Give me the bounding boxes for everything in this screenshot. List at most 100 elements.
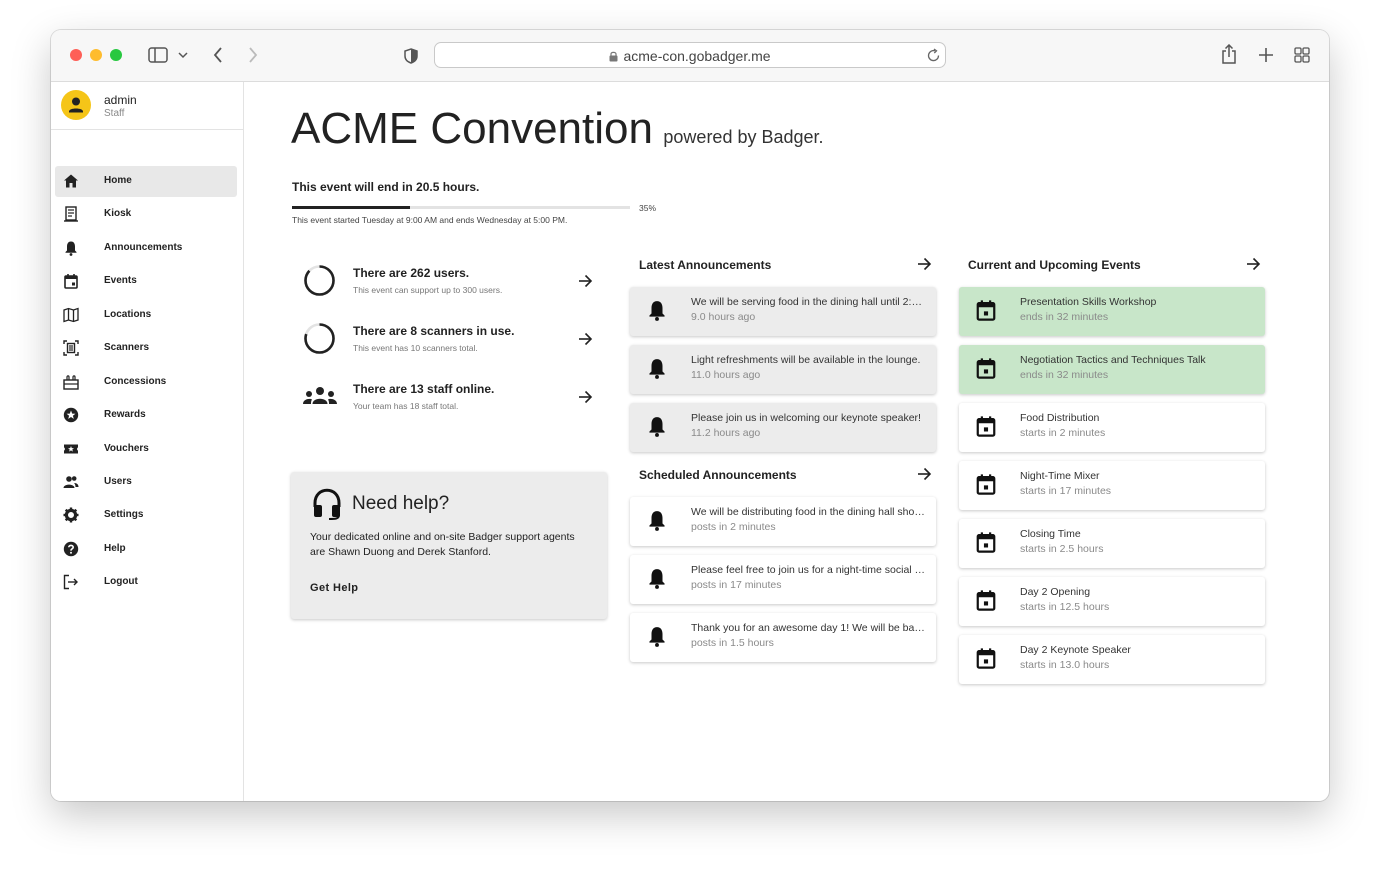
new-tab-icon[interactable] [1258,47,1274,63]
page-title: ACME Convention [291,104,653,153]
chevron-down-icon[interactable] [178,51,188,59]
event-card[interactable]: Food Distribution starts in 2 minutes [959,403,1265,452]
star-icon [63,407,79,423]
close-window-button[interactable] [70,49,82,61]
event-countdown: This event will end in 20.5 hours. [292,180,480,194]
event-time-detail: This event started Tuesday at 9:00 AM an… [292,215,568,225]
main-content: ACME Convention powered by Badger. This … [244,82,1329,801]
share-icon[interactable] [1221,44,1237,64]
calendar-icon [976,358,996,379]
event-time: starts in 17 minutes [1020,485,1112,497]
announcement-time: posts in 17 minutes [691,579,782,591]
event-progress-percent: 35% [639,203,657,213]
sidebar-item-events[interactable]: Events [55,266,237,297]
stat-users[interactable]: There are 262 users. This event can supp… [292,257,610,307]
arrow-right-icon[interactable] [577,389,593,405]
announcement-text: Please join us in welcoming our keynote … [691,412,921,424]
sidebar-item-home[interactable]: Home [55,166,237,197]
sidebar-item-logout[interactable]: Logout [55,567,237,598]
sidebar-item-kiosk[interactable]: Kiosk [55,199,237,230]
browser-toolbar: acme-con.gobadger.me [51,30,1329,82]
lock-icon [609,51,618,62]
sidebar-item-settings[interactable]: Settings [55,500,237,531]
event-card[interactable]: Presentation Skills Workshop ends in 32 … [959,287,1265,336]
progress-ring-icon [304,323,335,354]
announcement-card[interactable]: Please join us in welcoming our keynote … [630,403,936,452]
event-time: starts in 2 minutes [1020,427,1106,439]
tab-overview-icon[interactable] [1294,47,1310,63]
sidebar-item-label: Kiosk [104,208,132,219]
event-name: Day 2 Opening [1020,586,1091,598]
arrow-right-icon[interactable] [577,331,593,347]
announcement-time: posts in 2 minutes [691,521,776,533]
gear-icon [63,507,79,523]
forward-icon[interactable] [247,46,259,64]
announcement-time: 9.0 hours ago [691,311,756,323]
sidebar-item-locations[interactable]: Locations [55,300,237,331]
bell-icon [649,359,665,379]
calendar-icon [976,532,996,553]
events-title: Current and Upcoming Events [968,258,1141,272]
event-name: Food Distribution [1020,412,1100,424]
sidebar-item-users[interactable]: Users [55,467,237,498]
stat-staff[interactable]: There are 13 staff online. Your team has… [292,373,610,423]
stat-title: There are 262 users. [353,266,470,280]
sidebar-item-label: Concessions [104,376,167,387]
sidebar-item-announcements[interactable]: Announcements [55,233,237,264]
sidebar-item-help[interactable]: Help [55,534,237,565]
back-icon[interactable] [212,46,224,64]
sidebar: admin Staff Home Kiosk Announcements Eve… [51,82,244,801]
event-card[interactable]: Night-Time Mixer starts in 17 minutes [959,461,1265,510]
event-card[interactable]: Day 2 Keynote Speaker starts in 13.0 hou… [959,635,1265,684]
event-card[interactable]: Day 2 Opening starts in 12.5 hours [959,577,1265,626]
event-name: Night-Time Mixer [1020,470,1100,482]
arrow-right-icon[interactable] [1245,256,1261,272]
calendar-icon [976,648,996,669]
group-icon [303,387,337,404]
address-bar[interactable]: acme-con.gobadger.me [434,42,946,68]
get-help-button[interactable]: Get Help [304,578,364,598]
sidebar-item-label: Home [104,175,132,186]
event-card[interactable]: Negotiation Tactics and Techniques Talk … [959,345,1265,394]
arrow-right-icon[interactable] [916,256,932,272]
calendar-icon [976,300,996,321]
sidebar-toggle-icon[interactable] [148,47,168,63]
zoom-window-button[interactable] [110,49,122,61]
reload-icon[interactable] [926,48,941,63]
arrow-right-icon[interactable] [577,273,593,289]
page-subtitle: powered by Badger. [663,127,824,147]
privacy-shield-icon[interactable] [404,48,418,64]
announcement-card[interactable]: Light refreshments will be available in … [630,345,936,394]
scheduled-announcement-card[interactable]: We will be distributing food in the dini… [630,497,936,546]
browser-window: acme-con.gobadger.me admin Staff Home Ki… [51,30,1329,801]
sidebar-item-scanners[interactable]: Scanners [55,333,237,364]
headset-icon [313,488,341,520]
arrow-right-icon[interactable] [916,466,932,482]
sidebar-item-rewards[interactable]: Rewards [55,400,237,431]
event-card[interactable]: Closing Time starts in 2.5 hours [959,519,1265,568]
latest-announcements-title: Latest Announcements [639,258,772,272]
announcement-text: Light refreshments will be available in … [691,354,921,366]
sidebar-item-concessions[interactable]: Concessions [55,367,237,398]
bell-icon [649,417,665,437]
user-profile[interactable]: admin Staff [51,82,243,130]
scheduled-announcement-card[interactable]: Please feel free to join us for a night-… [630,555,936,604]
stat-scanners[interactable]: There are 8 scanners in use. This event … [292,315,610,365]
minimize-window-button[interactable] [90,49,102,61]
event-name: Day 2 Keynote Speaker [1020,644,1131,656]
help-icon [63,541,79,557]
sidebar-item-label: Users [104,476,132,487]
sidebar-item-vouchers[interactable]: Vouchers [55,434,237,465]
event-name: Presentation Skills Workshop [1020,296,1157,308]
home-icon [64,174,78,188]
help-body: Your dedicated online and on-site Badger… [310,531,575,558]
bell-icon [65,241,77,256]
stat-title: There are 13 staff online. [353,382,495,396]
bell-icon [649,301,665,321]
scheduled-announcement-card[interactable]: Thank you for an awesome day 1! We will … [630,613,936,662]
scheduled-announcements-title: Scheduled Announcements [639,468,797,482]
stat-title: There are 8 scanners in use. [353,324,515,338]
announcement-card[interactable]: We will be serving food in the dining ha… [630,287,936,336]
help-title: Need help? [352,493,450,514]
progress-ring-icon [304,265,335,296]
